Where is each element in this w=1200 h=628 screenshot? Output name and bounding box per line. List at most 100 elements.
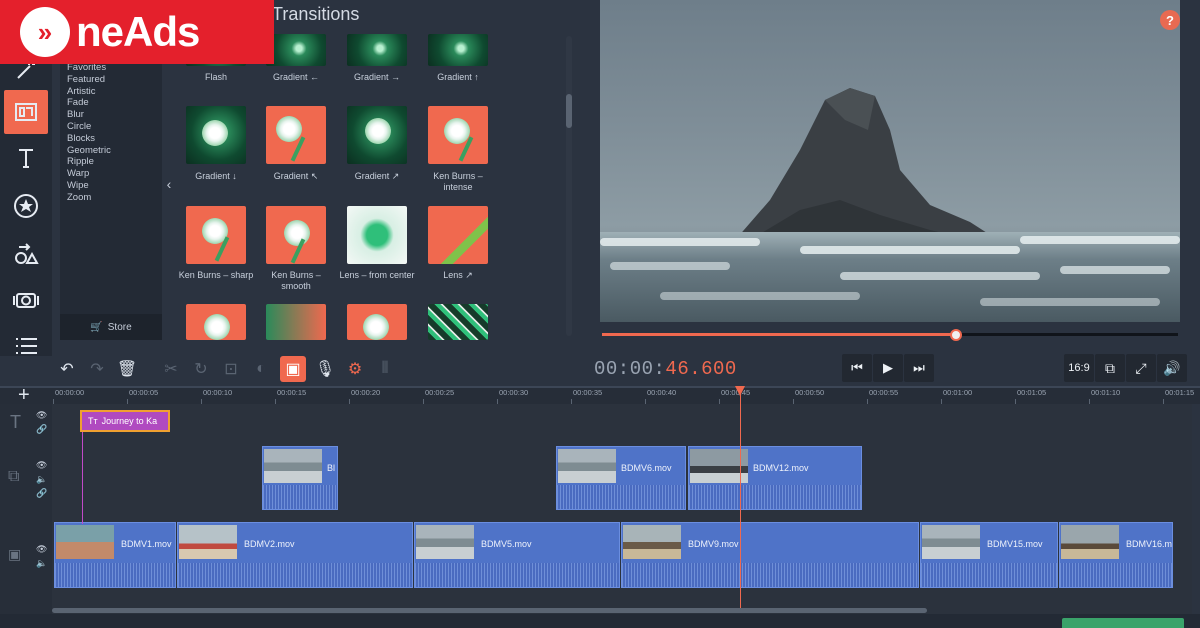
audio-waveform: [1060, 563, 1172, 587]
aspect-ratio-button[interactable]: 16:9: [1064, 354, 1094, 382]
help-button[interactable]: ?: [1160, 10, 1180, 30]
playback-progress-knob[interactable]: [950, 329, 963, 341]
transition-thumb[interactable]: [186, 106, 246, 164]
trash-icon[interactable]: 🗑: [114, 356, 140, 382]
ruler-tick-label: 00:01:10: [1091, 388, 1121, 397]
popout-icon[interactable]: ⧉: [1095, 354, 1125, 382]
ruler-tick-label: 00:01:15: [1165, 388, 1195, 397]
category-item[interactable]: Fade: [67, 97, 111, 109]
video-track-icon: ▣: [8, 546, 22, 562]
audio-levels-icon[interactable]: ⦀: [372, 356, 398, 382]
visibility-eye-icon[interactable]: 👁: [36, 544, 47, 555]
category-item[interactable]: Warp: [67, 168, 111, 180]
title-track-controls: T 👁 🔗: [0, 404, 52, 440]
settings-gear-icon[interactable]: ⚙: [342, 356, 368, 382]
transition-label: Gradient ←: [272, 72, 320, 82]
category-item[interactable]: Geometric: [67, 145, 111, 157]
transition-label: Gradient ↖: [273, 171, 319, 181]
ruler-tick-label: 00:00:20: [351, 388, 381, 397]
video-clip[interactable]: BDMV2.mov: [177, 522, 413, 588]
transition-thumb[interactable]: [428, 106, 488, 164]
undo-icon[interactable]: ↶: [54, 356, 80, 382]
category-item[interactable]: Featured: [67, 74, 111, 86]
skip-back-icon[interactable]: ⏮: [842, 354, 872, 382]
cut-icon[interactable]: ✂: [158, 356, 184, 382]
title-clip[interactable]: Tт Journey to Ka: [80, 410, 170, 432]
volume-small-icon[interactable]: 🔈: [36, 474, 47, 485]
transition-thumb[interactable]: [266, 34, 326, 66]
clip-thumbnail: [623, 525, 681, 559]
video-preview: [600, 0, 1180, 322]
volume-icon[interactable]: 🔊: [1157, 354, 1187, 382]
collapse-panel-icon[interactable]: ‹: [162, 176, 176, 196]
video-clip[interactable]: BDMV1.mov: [54, 522, 176, 588]
color-adjust-icon[interactable]: ◐: [248, 356, 274, 382]
video-clip[interactable]: BDMV5.mov: [414, 522, 620, 588]
menu-list-icon[interactable]: [4, 324, 48, 368]
title-clip-label: Journey to Ka: [101, 416, 158, 426]
video-clip[interactable]: BDMV16.m: [1059, 522, 1173, 588]
fullscreen-icon[interactable]: ⤢: [1126, 354, 1156, 382]
clip-name: BDMV1.mov: [121, 539, 172, 549]
export-button[interactable]: [1062, 618, 1184, 628]
category-item[interactable]: Blocks: [67, 133, 111, 145]
skip-forward-icon[interactable]: ⏭: [904, 354, 934, 382]
ruler-tick-label: 00:00:30: [499, 388, 529, 397]
video-clip[interactable]: BDMV9.mov: [621, 522, 919, 588]
transition-thumb[interactable]: [428, 34, 488, 66]
play-icon[interactable]: ▶: [873, 354, 903, 382]
crop-icon[interactable]: ⊡: [218, 356, 244, 382]
category-item[interactable]: Blur: [67, 109, 111, 121]
transition-thumb[interactable]: [266, 304, 326, 340]
transition-thumb[interactable]: [428, 304, 488, 340]
transition-thumb[interactable]: [347, 34, 407, 66]
transitions-tool-icon[interactable]: [4, 90, 48, 134]
transition-thumb[interactable]: [266, 206, 326, 264]
clip-name: Bl: [327, 463, 336, 473]
scrollbar-track: [566, 36, 572, 336]
transition-label: Gradient →: [353, 72, 401, 82]
category-item[interactable]: Circle: [67, 121, 111, 133]
overlay-clip[interactable]: BDMV12.mov: [688, 446, 862, 510]
ruler-tick-label: 00:00:40: [647, 388, 677, 397]
transition-thumb[interactable]: [347, 206, 407, 264]
rotate-icon[interactable]: ↻: [188, 356, 214, 382]
visibility-eye-icon[interactable]: 👁: [36, 460, 47, 471]
playhead[interactable]: [740, 388, 741, 610]
shapes-tool-icon[interactable]: [4, 232, 48, 276]
scrollbar-thumb[interactable]: [566, 94, 572, 128]
titles-tool-icon[interactable]: [4, 136, 48, 180]
store-button[interactable]: 🛒 Store: [60, 314, 162, 340]
redo-icon[interactable]: ↷: [84, 356, 110, 382]
microphone-icon[interactable]: 🎙: [312, 356, 338, 382]
link-icon[interactable]: 🔗: [36, 424, 47, 435]
stickers-tool-icon[interactable]: [4, 184, 48, 228]
camera-tool-icon[interactable]: [4, 278, 48, 322]
ruler-tick-label: 00:00:15: [277, 388, 307, 397]
transition-thumb[interactable]: [347, 106, 407, 164]
timeline-scrollbar[interactable]: [52, 608, 927, 613]
clip-thumbnail: [1061, 525, 1119, 559]
category-item[interactable]: Zoom: [67, 192, 111, 204]
transition-thumb[interactable]: [428, 206, 488, 264]
video-clip[interactable]: BDMV15.mov: [920, 522, 1058, 588]
audio-track-controls: [0, 592, 52, 614]
transition-thumb[interactable]: [186, 304, 246, 340]
volume-small-icon[interactable]: 🔈: [36, 558, 47, 569]
overlay-clip[interactable]: BDMV6.mov: [556, 446, 686, 510]
clip-thumbnail: [264, 449, 322, 483]
visibility-eye-icon[interactable]: 👁: [36, 410, 47, 421]
overlay-clip[interactable]: Bl: [262, 446, 338, 510]
transition-thumb[interactable]: [186, 206, 246, 264]
timecode-main: 00:00:: [594, 358, 666, 380]
transition-thumb[interactable]: [347, 304, 407, 340]
category-item[interactable]: Ripple: [67, 156, 111, 168]
transition-label: Lens – from center: [339, 270, 415, 280]
transition-thumb[interactable]: [266, 106, 326, 164]
link-icon[interactable]: 🔗: [36, 488, 47, 499]
clip-thumbnail: [922, 525, 980, 559]
category-item[interactable]: Artistic: [67, 86, 111, 98]
category-item[interactable]: Wipe: [67, 180, 111, 192]
image-icon[interactable]: ▣: [280, 356, 306, 382]
title-marker-line: [82, 432, 83, 524]
